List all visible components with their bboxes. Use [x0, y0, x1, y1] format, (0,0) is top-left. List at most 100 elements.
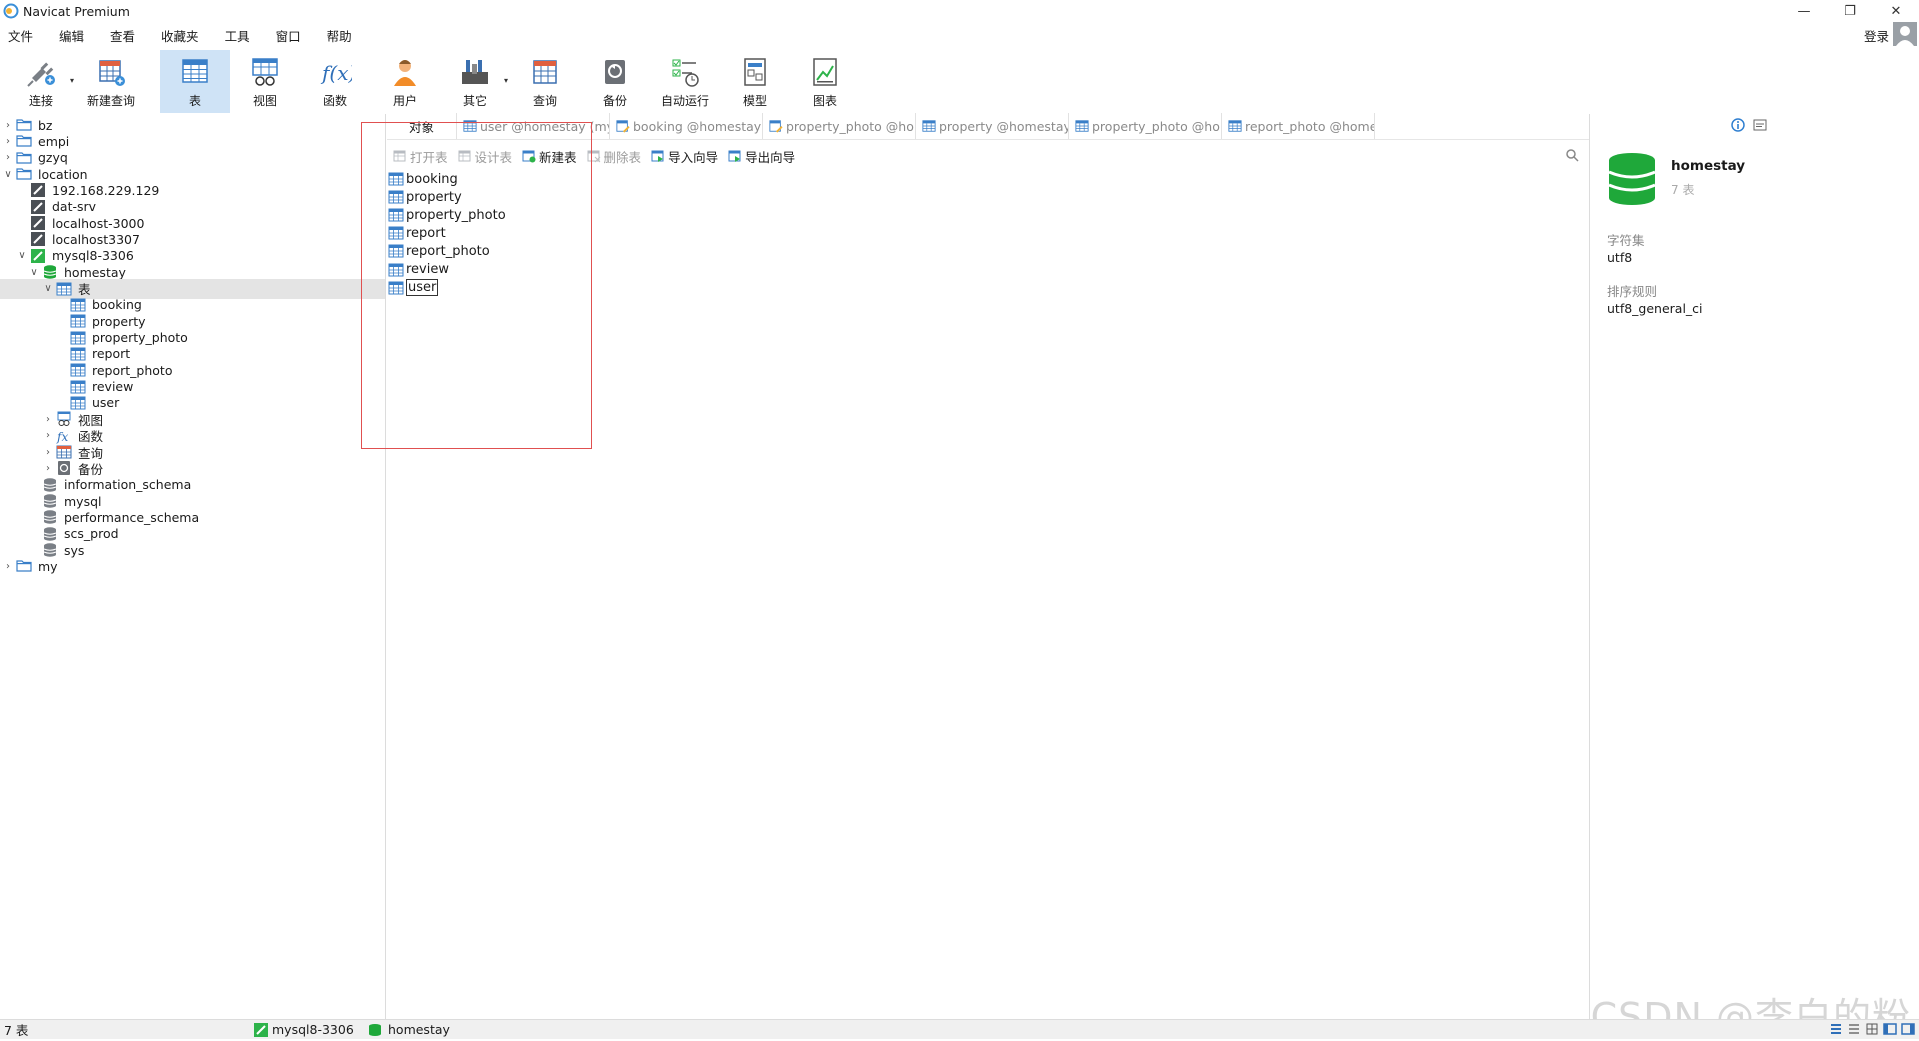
tree-item-label: property	[92, 313, 146, 329]
function-toolbar-button[interactable]: f(x) 函数	[300, 50, 370, 113]
chevron-right-icon[interactable]: ›	[42, 447, 54, 458]
tree-item-label: dat-srv	[52, 199, 97, 215]
chevron-right-icon[interactable]: ›	[42, 430, 54, 441]
highlight-box	[361, 122, 592, 449]
status-connection: mysql8-3306	[272, 1022, 354, 1037]
connect-button[interactable]: 连接 ▾	[6, 50, 76, 113]
user-silhouette-icon	[1896, 26, 1914, 46]
tab-item[interactable]: property @homestay (my...	[916, 113, 1069, 139]
login-link[interactable]: 登录	[1864, 26, 1889, 45]
tab-item[interactable]: property_photo @homest...	[1069, 113, 1222, 139]
table-icon	[922, 119, 936, 133]
chart-toolbar-button[interactable]: 图表	[790, 50, 860, 113]
chevron-down-icon[interactable]: ∨	[28, 267, 40, 278]
tree-item-label: report_photo	[92, 362, 173, 378]
other-toolbar-button[interactable]: 其它 ▾	[440, 50, 510, 113]
model-icon	[744, 58, 766, 86]
charset-value: utf8	[1607, 250, 1633, 265]
tree-item-label: report	[92, 346, 131, 362]
auto-run-toolbar-button[interactable]: 自动运行	[650, 50, 720, 113]
close-button[interactable]: ✕	[1873, 0, 1919, 22]
user-toolbar-button[interactable]: 用户	[370, 50, 440, 113]
view-icon	[252, 58, 278, 86]
new-query-button[interactable]: 新建查询	[76, 50, 146, 113]
menu-help[interactable]: 帮助	[319, 26, 362, 45]
chevron-right-icon[interactable]: ›	[42, 463, 54, 474]
restore-button[interactable]: ❐	[1827, 0, 1873, 22]
ddl-icon[interactable]	[1753, 118, 1767, 132]
import-wizard-button[interactable]: 导入向导	[651, 147, 718, 166]
db-name: homestay	[1671, 158, 1746, 174]
chevron-down-icon[interactable]: ∨	[16, 250, 28, 261]
export-icon	[728, 149, 742, 163]
grid-view-icon[interactable]	[1865, 1022, 1879, 1036]
navicat-logo-icon	[3, 3, 19, 19]
connection-tree: › bz › empi › gzyq ∨ location 192.168.229.129 dat…	[0, 114, 386, 1019]
chevron-right-icon[interactable]: ›	[2, 561, 14, 572]
view-toolbar-button[interactable]: 视图	[230, 50, 300, 113]
tree-item-label: review	[92, 379, 134, 395]
tree-item[interactable]: › my	[0, 556, 385, 576]
menu-file[interactable]: 文件	[0, 26, 43, 45]
menu-window[interactable]: 窗口	[268, 26, 311, 45]
tab-label: report_photo @homestay...	[1245, 118, 1374, 134]
search-icon[interactable]	[1565, 148, 1579, 162]
model-toolbar-button[interactable]: 模型	[720, 50, 790, 113]
menu-edit[interactable]: 编辑	[51, 26, 94, 45]
database-icon	[1608, 153, 1656, 205]
menu-favorites[interactable]: 收藏夹	[153, 26, 209, 45]
tab-item[interactable]: booking @homestay (my...	[610, 113, 763, 139]
backup-toolbar-button[interactable]: 备份	[580, 50, 650, 113]
chart-icon	[813, 58, 837, 86]
minimize-button[interactable]: —	[1781, 0, 1827, 22]
chevron-right-icon[interactable]: ›	[2, 152, 14, 163]
menu-bar: 文件 编辑 查看 收藏夹 工具 窗口 帮助 登录	[0, 22, 1919, 46]
panel-left-icon[interactable]	[1883, 1022, 1897, 1036]
panel-right-icon[interactable]	[1901, 1022, 1915, 1036]
list-view-icon[interactable]	[1829, 1022, 1843, 1036]
collation-label: 排序规则	[1607, 284, 1658, 299]
tree-item-label: localhost3307	[52, 231, 140, 247]
export-wizard-button[interactable]: 导出向导	[728, 147, 795, 166]
new-query-icon	[99, 60, 125, 86]
button-label: 删除表	[603, 149, 642, 165]
chevron-right-icon[interactable]: ›	[2, 120, 14, 131]
chevron-down-icon[interactable]: ▾	[70, 76, 74, 85]
tab-label: property_photo @homest...	[786, 118, 915, 134]
tree-item-label: booking	[92, 297, 142, 313]
query-toolbar-button[interactable]: 查询	[510, 50, 580, 113]
main-toolbar: 连接 ▾ 新建查询 表 视图 f(x) 函数	[0, 50, 1919, 114]
info-panel: homestay 7 表 字符集 utf8 排序规则 utf8_general_…	[1589, 114, 1919, 1019]
table-icon	[1075, 119, 1089, 133]
charset-label: 字符集	[1607, 233, 1645, 248]
avatar[interactable]	[1893, 22, 1917, 46]
user-icon	[394, 60, 416, 86]
table-toolbar-button[interactable]: 表	[160, 50, 230, 113]
tree-item-label: user	[92, 395, 120, 411]
chevron-down-icon[interactable]: ∨	[2, 169, 14, 180]
tab-label: property @homestay (my...	[939, 118, 1069, 134]
menu-view[interactable]: 查看	[102, 26, 145, 45]
tree-item-label: gzyq	[38, 150, 68, 166]
table-count: 7 表	[1671, 183, 1695, 197]
schedule-icon	[672, 59, 699, 87]
tab-item[interactable]: report_photo @homestay...	[1222, 113, 1375, 139]
tree-item-label: 192.168.229.129	[52, 182, 160, 198]
chevron-down-icon[interactable]: ∨	[42, 283, 54, 294]
chevron-down-icon[interactable]: ▾	[504, 76, 508, 85]
folder-icon	[16, 558, 32, 574]
delete-table-button[interactable]: 删除表	[587, 147, 642, 166]
function-icon: f(x)	[320, 61, 352, 85]
collation-value: utf8_general_ci	[1607, 301, 1703, 316]
menu-tools[interactable]: 工具	[217, 26, 260, 45]
status-count: 7 表	[4, 1023, 29, 1038]
tab-item[interactable]: property_photo @homest...	[763, 113, 916, 139]
status-database: homestay	[388, 1022, 450, 1037]
table-icon	[1228, 119, 1242, 133]
tab-label: property_photo @homest...	[1092, 118, 1221, 134]
chevron-right-icon[interactable]: ›	[42, 414, 54, 425]
import-icon	[651, 149, 665, 163]
detail-view-icon[interactable]	[1847, 1022, 1861, 1036]
info-icon[interactable]	[1731, 118, 1745, 132]
chevron-right-icon[interactable]: ›	[2, 136, 14, 147]
